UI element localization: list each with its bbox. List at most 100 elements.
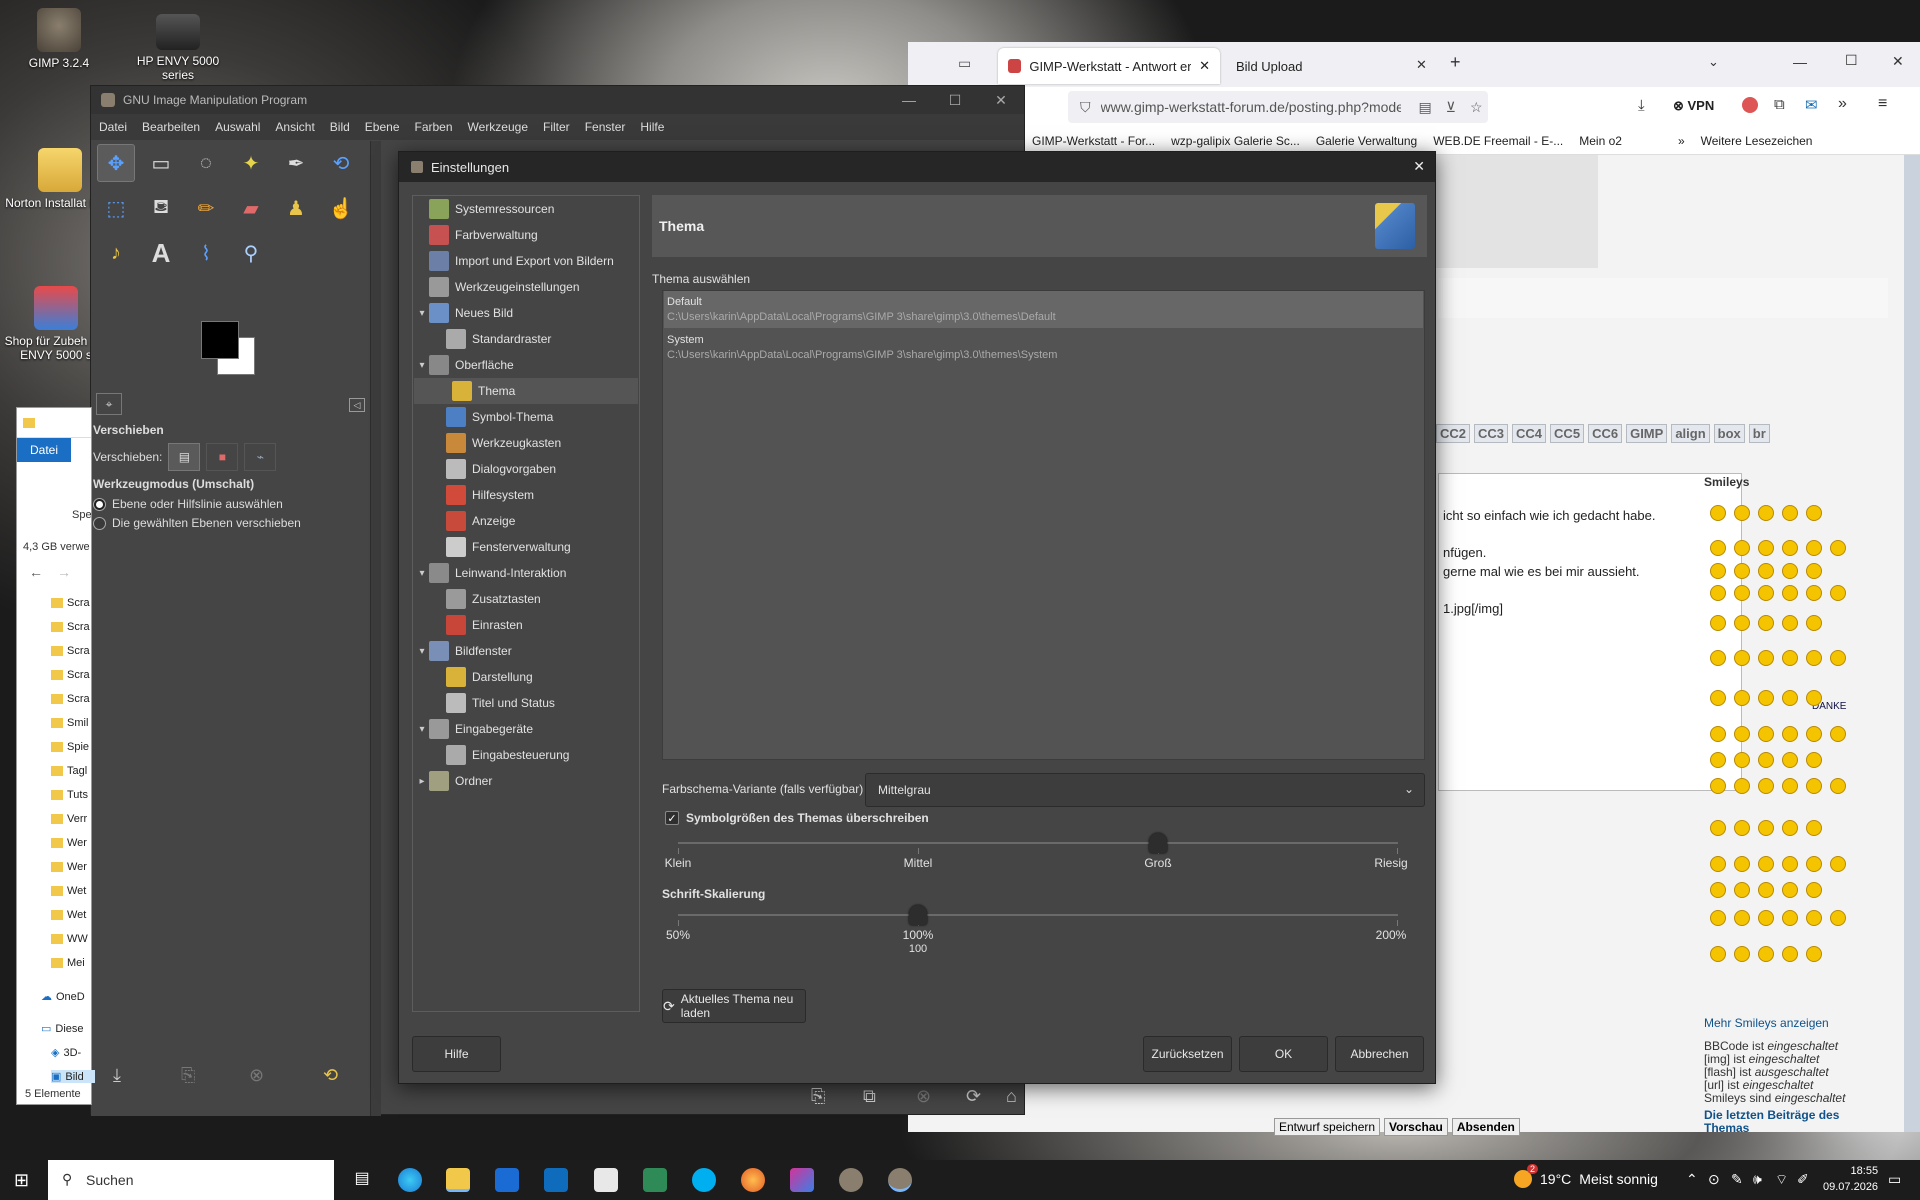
tree-item[interactable]: Ordner [429, 768, 492, 794]
smiley-icon[interactable] [1758, 615, 1774, 631]
reload-theme-button[interactable]: ⟳ Aktuelles Thema neu laden [662, 989, 806, 1023]
folder-item[interactable]: Scra [51, 639, 93, 663]
bookmark-gimp[interactable]: GIMP-Werkstatt - For... [1032, 134, 1155, 148]
smiley-icon[interactable] [1806, 910, 1822, 926]
smiley-icon[interactable] [1782, 778, 1798, 794]
smiley-icon[interactable] [1782, 615, 1798, 631]
menu-filter[interactable]: Filter [543, 120, 570, 134]
open-folder-icon[interactable]: ⌂ [1006, 1086, 1017, 1107]
weather-widget[interactable]: 2 19°C Meist sonnig [1514, 1164, 1658, 1188]
recent-posts-link[interactable]: Die letzten Beiträge des Themas [1704, 1109, 1864, 1135]
reader-icon[interactable]: ▤ [1419, 99, 1432, 116]
search-box[interactable]: ⚲ Suchen [48, 1160, 334, 1200]
tab-bild-upload[interactable]: Bild Upload [1226, 48, 1346, 84]
eraser-icon[interactable]: ▰ [232, 189, 270, 227]
new-image-icon[interactable]: ⎘ [811, 1086, 825, 1107]
smiley-icon[interactable] [1710, 778, 1726, 794]
tree-item[interactable]: Oberfläche [429, 352, 514, 378]
smiley-icon[interactable] [1710, 540, 1726, 556]
smiley-icon[interactable] [1758, 563, 1774, 579]
smiley-icon[interactable] [1782, 726, 1798, 742]
smiley-icon[interactable] [1782, 690, 1798, 706]
smiley-icon[interactable] [1782, 882, 1798, 898]
smiley-icon[interactable] [1758, 820, 1774, 836]
smiley-icon[interactable] [1710, 563, 1726, 579]
transform-icon[interactable]: ⟲ [322, 144, 360, 182]
folder-item[interactable]: Wer [51, 855, 93, 879]
smiley-icon[interactable] [1734, 615, 1750, 631]
menu-hilfe[interactable]: Hilfe [640, 120, 664, 134]
smiley-icon[interactable] [1710, 690, 1726, 706]
bookmarks-overflow-icon[interactable]: » [1678, 134, 1685, 148]
notification-icon[interactable]: ▭ [1888, 1171, 1901, 1188]
edge-icon[interactable] [398, 1168, 422, 1192]
folder-item[interactable]: Verr [51, 807, 93, 831]
smiley-icon[interactable] [1782, 946, 1798, 962]
icon-size-slider[interactable]: Klein Mittel Groß Riesig [665, 830, 1408, 876]
tree-item[interactable]: Eingabesteuerung [446, 742, 569, 768]
device-status-icon[interactable]: ⌖ [96, 393, 122, 415]
smiley-icon[interactable] [1782, 856, 1798, 872]
tree-item[interactable]: Thema [414, 378, 638, 404]
smiley-icon[interactable] [1710, 946, 1726, 962]
pocket-icon[interactable]: ⊻ [1446, 99, 1456, 116]
smiley-icon[interactable] [1830, 650, 1846, 666]
tree-item[interactable]: Zusatztasten [446, 586, 541, 612]
forward-icon[interactable]: → [57, 564, 71, 580]
smiley-icon[interactable] [1830, 540, 1846, 556]
smiley-icon[interactable] [1806, 540, 1822, 556]
smiley-icon[interactable] [1806, 585, 1822, 601]
smiley-icon[interactable] [1758, 540, 1774, 556]
bookmark-more[interactable]: Weitere Lesezeichen [1701, 134, 1813, 148]
network-icon[interactable]: ⌔ [1775, 1171, 1788, 1189]
skype-icon[interactable] [692, 1168, 716, 1192]
smiley-icon[interactable] [1758, 856, 1774, 872]
cancel-button[interactable]: Abbrechen [1335, 1036, 1424, 1072]
tree-item[interactable]: Farbverwaltung [429, 222, 538, 248]
smiley-icon[interactable] [1806, 505, 1822, 521]
gimp-active-icon[interactable] [888, 1168, 912, 1192]
reset-preset-icon[interactable]: ⟲ [323, 1065, 338, 1086]
more-smileys-link[interactable]: Mehr Smileys anzeigen [1704, 1016, 1829, 1030]
smiley-icon[interactable] [1830, 910, 1846, 926]
smiley-icon[interactable] [1710, 910, 1726, 926]
folder-item[interactable]: Scra [51, 615, 93, 639]
delete-icon[interactable]: ⊗ [916, 1086, 931, 1107]
bbcode-button[interactable]: GIMP [1626, 424, 1668, 443]
reset-button[interactable]: Zurücksetzen [1143, 1036, 1232, 1072]
tree-item[interactable]: Standardraster [446, 326, 551, 352]
smiley-icon[interactable] [1734, 882, 1750, 898]
smiley-icon[interactable] [1734, 778, 1750, 794]
radio-pick-layer[interactable] [93, 497, 106, 511]
close-icon[interactable]: ✕ [978, 86, 1024, 114]
url-bar[interactable]: ⛉ www.gimp-werkstatt-forum.de/posting.ph… [1068, 91, 1488, 123]
smiley-icon[interactable] [1734, 726, 1750, 742]
folder-item[interactable]: Wer [51, 831, 93, 855]
smiley-icon[interactable] [1830, 726, 1846, 742]
smiley-icon[interactable] [1782, 585, 1798, 601]
chevron-right-icon[interactable]: ▸ [416, 775, 428, 787]
submit-button[interactable]: Absenden [1451, 1118, 1520, 1136]
desktop-icon-gimp[interactable]: GIMP 3.2.4 [4, 8, 114, 70]
ribbon-tab-datei[interactable]: Datei [17, 438, 71, 462]
smiley-icon[interactable] [1734, 820, 1750, 836]
close-icon[interactable]: ✕ [1199, 58, 1210, 74]
folder-item[interactable]: Tuts [51, 783, 93, 807]
meet-icon[interactable]: ⊙ [1708, 1171, 1720, 1188]
chevron-down-icon[interactable]: ▾ [416, 723, 428, 735]
chevron-up-icon[interactable]: ⌃ [1686, 1171, 1698, 1188]
mail-icon[interactable]: ✉ [1805, 96, 1818, 114]
tree-item[interactable]: Leinwand-Interaktion [429, 560, 566, 586]
bookmark-wzp[interactable]: wzp-galipix Galerie Sc... [1171, 134, 1300, 148]
option-move-active[interactable]: Die gewählten Ebenen verschieben [112, 516, 301, 530]
maximize-icon[interactable]: ☐ [932, 86, 978, 114]
onedrive-item[interactable]: ☁ OneD [41, 990, 85, 1004]
bbcode-button[interactable]: CC4 [1512, 424, 1547, 443]
folder-item[interactable]: Smil [51, 711, 93, 735]
tree-item[interactable]: Neues Bild [429, 300, 513, 326]
this-pc-item[interactable]: ▭ Diese [41, 1022, 84, 1036]
smiley-icon[interactable] [1734, 540, 1750, 556]
smiley-icon[interactable] [1782, 650, 1798, 666]
smiley-icon[interactable] [1830, 778, 1846, 794]
store-icon[interactable] [495, 1168, 519, 1192]
